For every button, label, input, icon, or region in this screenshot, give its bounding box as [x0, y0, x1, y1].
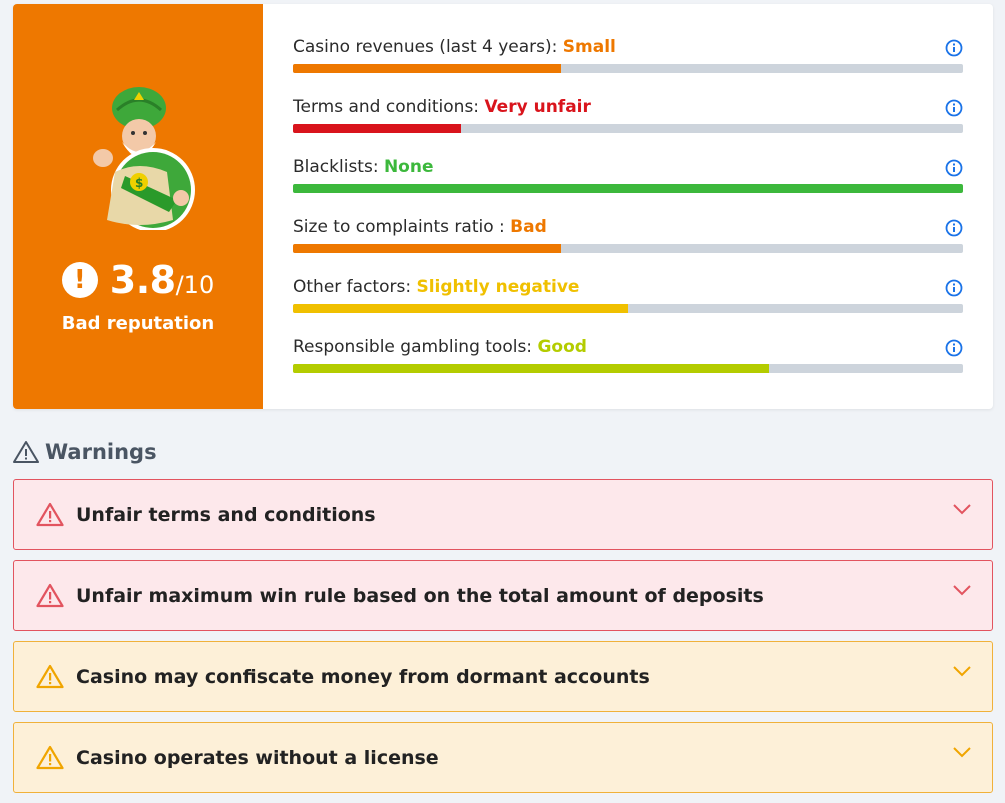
metric-label: Terms and conditions: — [293, 97, 485, 117]
caution-triangle-icon — [36, 664, 64, 689]
warning-text: Casino may confiscate money from dormant… — [76, 665, 650, 688]
info-icon[interactable] — [945, 159, 963, 177]
metric-terms-conditions: Terms and conditions: Very unfair — [293, 97, 963, 137]
metric-other-factors: Other factors: Slightly negative — [293, 277, 963, 317]
metric-casino-revenues: Casino revenues (last 4 years): Small — [293, 37, 963, 77]
info-icon[interactable] — [945, 99, 963, 117]
progress-fill — [293, 124, 461, 133]
info-icon[interactable] — [945, 219, 963, 237]
metric-label: Blacklists: — [293, 157, 384, 177]
metric-value: Small — [562, 37, 616, 57]
score-label: Bad reputation — [61, 313, 215, 334]
svg-text:$: $ — [135, 176, 143, 190]
chevron-down-icon[interactable] — [952, 664, 972, 678]
progress-bar — [293, 124, 963, 133]
metric-label: Size to complaints ratio : — [293, 217, 511, 237]
warning-item[interactable]: Unfair terms and conditions — [13, 479, 993, 550]
exclamation-icon: ! — [61, 262, 98, 298]
score-max: /10 — [175, 271, 215, 299]
progress-bar — [293, 184, 963, 193]
warning-triangle-icon — [13, 441, 39, 463]
warning-item[interactable]: Casino may confiscate money from dormant… — [13, 641, 993, 712]
progress-bar — [293, 364, 963, 373]
metric-value: Bad — [510, 217, 547, 237]
danger-triangle-icon — [36, 502, 64, 527]
reputation-card: $ ! 3.8 /10 Bad reputation Casino revenu… — [13, 4, 993, 409]
metric-label: Casino revenues (last 4 years): — [293, 37, 563, 57]
metric-value: Very unfair — [484, 97, 591, 117]
progress-bar — [293, 64, 963, 73]
chevron-down-icon[interactable] — [952, 502, 972, 516]
info-icon[interactable] — [945, 339, 963, 357]
progress-fill — [293, 244, 561, 253]
metric-label: Responsible gambling tools: — [293, 337, 538, 357]
metric-responsible-gambling: Responsible gambling tools: Good — [293, 337, 963, 377]
warnings-heading-text: Warnings — [45, 440, 157, 464]
info-icon[interactable] — [945, 39, 963, 57]
progress-fill — [293, 184, 963, 193]
warning-item[interactable]: Casino operates without a license — [13, 722, 993, 793]
warnings-heading: Warnings — [13, 440, 157, 464]
metric-label: Other factors: — [293, 277, 417, 297]
progress-fill — [293, 304, 628, 313]
warning-text: Unfair maximum win rule based on the tot… — [76, 584, 764, 607]
progress-bar — [293, 304, 963, 313]
mascot-image: $ — [93, 87, 195, 230]
warning-text: Unfair terms and conditions — [76, 503, 376, 526]
danger-triangle-icon — [36, 583, 64, 608]
progress-bar — [293, 244, 963, 253]
warning-text: Casino operates without a license — [76, 746, 439, 769]
score-row: ! 3.8 /10 — [13, 258, 263, 302]
progress-fill — [293, 64, 561, 73]
metric-value: Good — [537, 337, 587, 357]
chevron-down-icon[interactable] — [952, 745, 972, 759]
warning-item[interactable]: Unfair maximum win rule based on the tot… — [13, 560, 993, 631]
metric-complaints-ratio: Size to complaints ratio : Bad — [293, 217, 963, 257]
caution-triangle-icon — [36, 745, 64, 770]
progress-fill — [293, 364, 769, 373]
metric-blacklists: Blacklists: None — [293, 157, 963, 197]
score-panel: $ ! 3.8 /10 Bad reputation — [13, 4, 263, 409]
metric-value: Slightly negative — [416, 277, 580, 297]
score-value: 3.8 — [109, 258, 176, 302]
metrics-list: Casino revenues (last 4 years): Small Te… — [293, 4, 963, 409]
metric-value: None — [383, 157, 434, 177]
info-icon[interactable] — [945, 279, 963, 297]
chevron-down-icon[interactable] — [952, 583, 972, 597]
